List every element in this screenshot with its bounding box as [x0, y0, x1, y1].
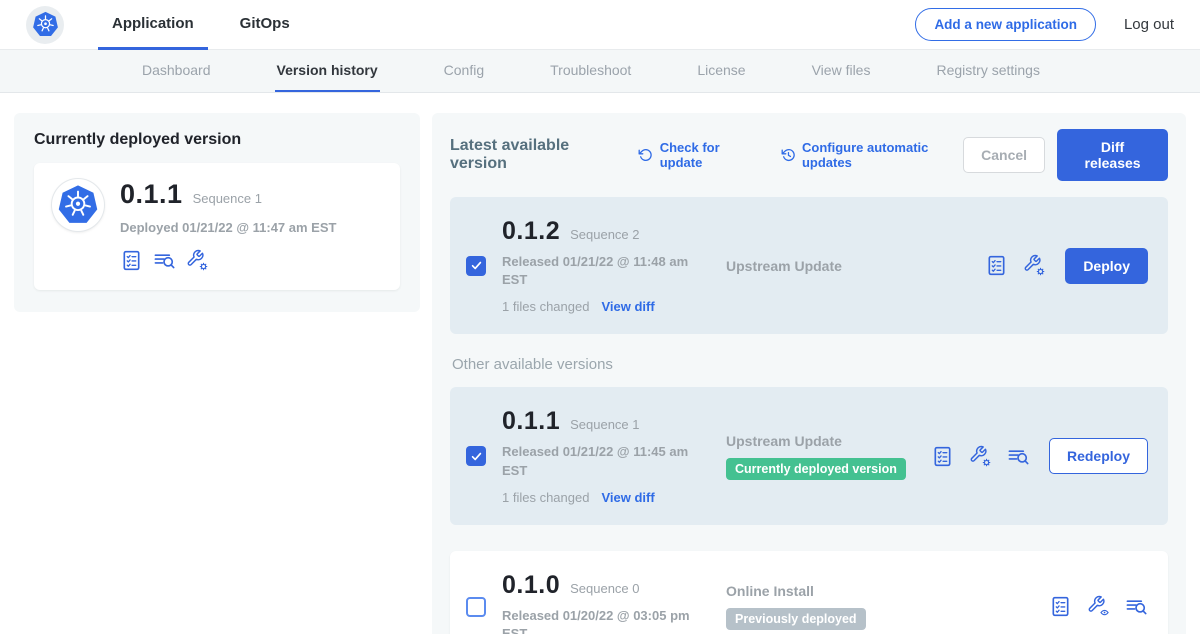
version-number: 0.1.2 — [502, 217, 560, 246]
version-actions: Deploy — [985, 248, 1152, 284]
check-for-update-label: Check for update — [660, 140, 755, 170]
version-row-0-1-0: 0.1.0 Sequence 0 Released 01/20/22 @ 03:… — [450, 551, 1168, 634]
redeploy-button[interactable]: Redeploy — [1049, 438, 1148, 474]
view-logs-icon[interactable] — [1125, 595, 1148, 618]
source-label: Online Install — [726, 583, 1033, 599]
version-number: 0.1.1 — [502, 407, 560, 436]
version-source: Upstream Update — [726, 258, 969, 274]
deployed-version-number: 0.1.1 — [120, 179, 183, 210]
view-logs-icon[interactable] — [1007, 445, 1030, 468]
currently-deployed-card: Currently deployed version 0.1.1 Sequenc… — [14, 113, 420, 312]
subnav-dashboard[interactable]: Dashboard — [140, 50, 213, 92]
latest-version-title: Latest available version — [450, 137, 612, 173]
edit-config-icon[interactable] — [186, 249, 209, 272]
kubernetes-icon — [32, 11, 59, 38]
version-info: 0.1.0 Sequence 0 Released 01/20/22 @ 03:… — [502, 571, 710, 634]
cancel-button[interactable]: Cancel — [963, 137, 1045, 173]
currently-deployed-badge: Currently deployed version — [726, 458, 906, 480]
edit-config-icon[interactable] — [1023, 254, 1046, 277]
app-subnav: Dashboard Version history Config Trouble… — [0, 50, 1200, 93]
tab-application[interactable]: Application — [98, 0, 208, 50]
other-versions-title: Other available versions — [452, 356, 1166, 373]
top-bar: Application GitOps Add a new application… — [0, 0, 1200, 50]
released-timestamp: Released 01/21/22 @ 11:45 am EST — [502, 443, 697, 479]
version-number: 0.1.0 — [502, 571, 560, 600]
subnav-config[interactable]: Config — [442, 50, 486, 92]
release-notes-icon[interactable] — [931, 445, 954, 468]
sequence-label: Sequence 2 — [570, 227, 639, 242]
version-source: Online Install Previously deployed — [726, 583, 1033, 630]
previously-deployed-badge: Previously deployed — [726, 608, 866, 630]
main-content: Currently deployed version 0.1.1 Sequenc… — [0, 93, 1200, 634]
released-timestamp: Released 01/20/22 @ 03:05 pm EST — [502, 607, 697, 634]
diff-releases-button[interactable]: Diff releases — [1057, 129, 1168, 181]
subnav-registry-settings[interactable]: Registry settings — [934, 50, 1041, 92]
configure-updates-label: Configure automatic updates — [802, 140, 963, 170]
version-checkbox[interactable] — [466, 597, 486, 617]
version-info: 0.1.1 Sequence 1 Released 01/21/22 @ 11:… — [502, 407, 710, 504]
check-icon — [470, 259, 483, 272]
view-diff-link[interactable]: View diff — [601, 490, 654, 505]
files-changed-label: 1 files changed — [502, 299, 589, 314]
configure-updates-link[interactable]: Configure automatic updates — [781, 140, 964, 170]
edit-config-icon[interactable] — [969, 445, 992, 468]
released-timestamp: Released 01/21/22 @ 11:48 am EST — [502, 253, 697, 289]
refresh-icon — [638, 147, 652, 163]
subnav-troubleshoot[interactable]: Troubleshoot — [548, 50, 633, 92]
deployed-sequence-label: Sequence 1 — [193, 191, 262, 206]
kubernetes-icon — [57, 184, 99, 226]
sequence-label: Sequence 0 — [570, 581, 639, 596]
app-icon-badge — [52, 179, 104, 231]
version-source: Upstream Update Currently deployed versi… — [726, 433, 915, 480]
version-checkbox[interactable] — [466, 256, 486, 276]
version-row-0-1-1: 0.1.1 Sequence 1 Released 01/21/22 @ 11:… — [450, 387, 1168, 524]
sequence-label: Sequence 1 — [570, 417, 639, 432]
subnav-view-files[interactable]: View files — [810, 50, 873, 92]
logout-button[interactable]: Log out — [1124, 16, 1174, 33]
app-logo — [26, 6, 64, 44]
source-label: Upstream Update — [726, 258, 969, 274]
subnav-version-history[interactable]: Version history — [275, 50, 380, 92]
view-logs-icon[interactable] — [153, 249, 176, 272]
source-label: Upstream Update — [726, 433, 915, 449]
release-notes-icon[interactable] — [120, 249, 143, 272]
check-for-update-link[interactable]: Check for update — [638, 140, 754, 170]
latest-version-header: Latest available version Check for updat… — [450, 129, 1168, 181]
release-notes-icon[interactable] — [1049, 595, 1072, 618]
deployed-version-info: 0.1.1 Sequence 1 Deployed 01/21/22 @ 11:… — [120, 179, 336, 272]
version-info: 0.1.2 Sequence 2 Released 01/21/22 @ 11:… — [502, 217, 710, 314]
release-notes-icon[interactable] — [985, 254, 1008, 277]
latest-version-panel: Latest available version Check for updat… — [432, 113, 1186, 634]
schedule-icon — [781, 147, 795, 163]
check-icon — [470, 450, 483, 463]
deployed-timestamp: Deployed 01/21/22 @ 11:47 am EST — [120, 219, 336, 237]
version-actions — [1049, 595, 1152, 618]
version-row-0-1-2: 0.1.2 Sequence 2 Released 01/21/22 @ 11:… — [450, 197, 1168, 334]
deployed-version-card: 0.1.1 Sequence 1 Deployed 01/21/22 @ 11:… — [34, 163, 400, 290]
files-changed-label: 1 files changed — [502, 490, 589, 505]
view-config-icon[interactable] — [1087, 595, 1110, 618]
deploy-button[interactable]: Deploy — [1065, 248, 1148, 284]
version-checkbox[interactable] — [466, 446, 486, 466]
add-application-button[interactable]: Add a new application — [915, 8, 1096, 41]
topbar-right: Add a new application Log out — [915, 8, 1174, 41]
version-actions: Redeploy — [931, 438, 1152, 474]
tab-gitops[interactable]: GitOps — [226, 0, 304, 50]
view-diff-link[interactable]: View diff — [601, 299, 654, 314]
deployed-card-title: Currently deployed version — [34, 131, 400, 149]
subnav-license[interactable]: License — [695, 50, 747, 92]
